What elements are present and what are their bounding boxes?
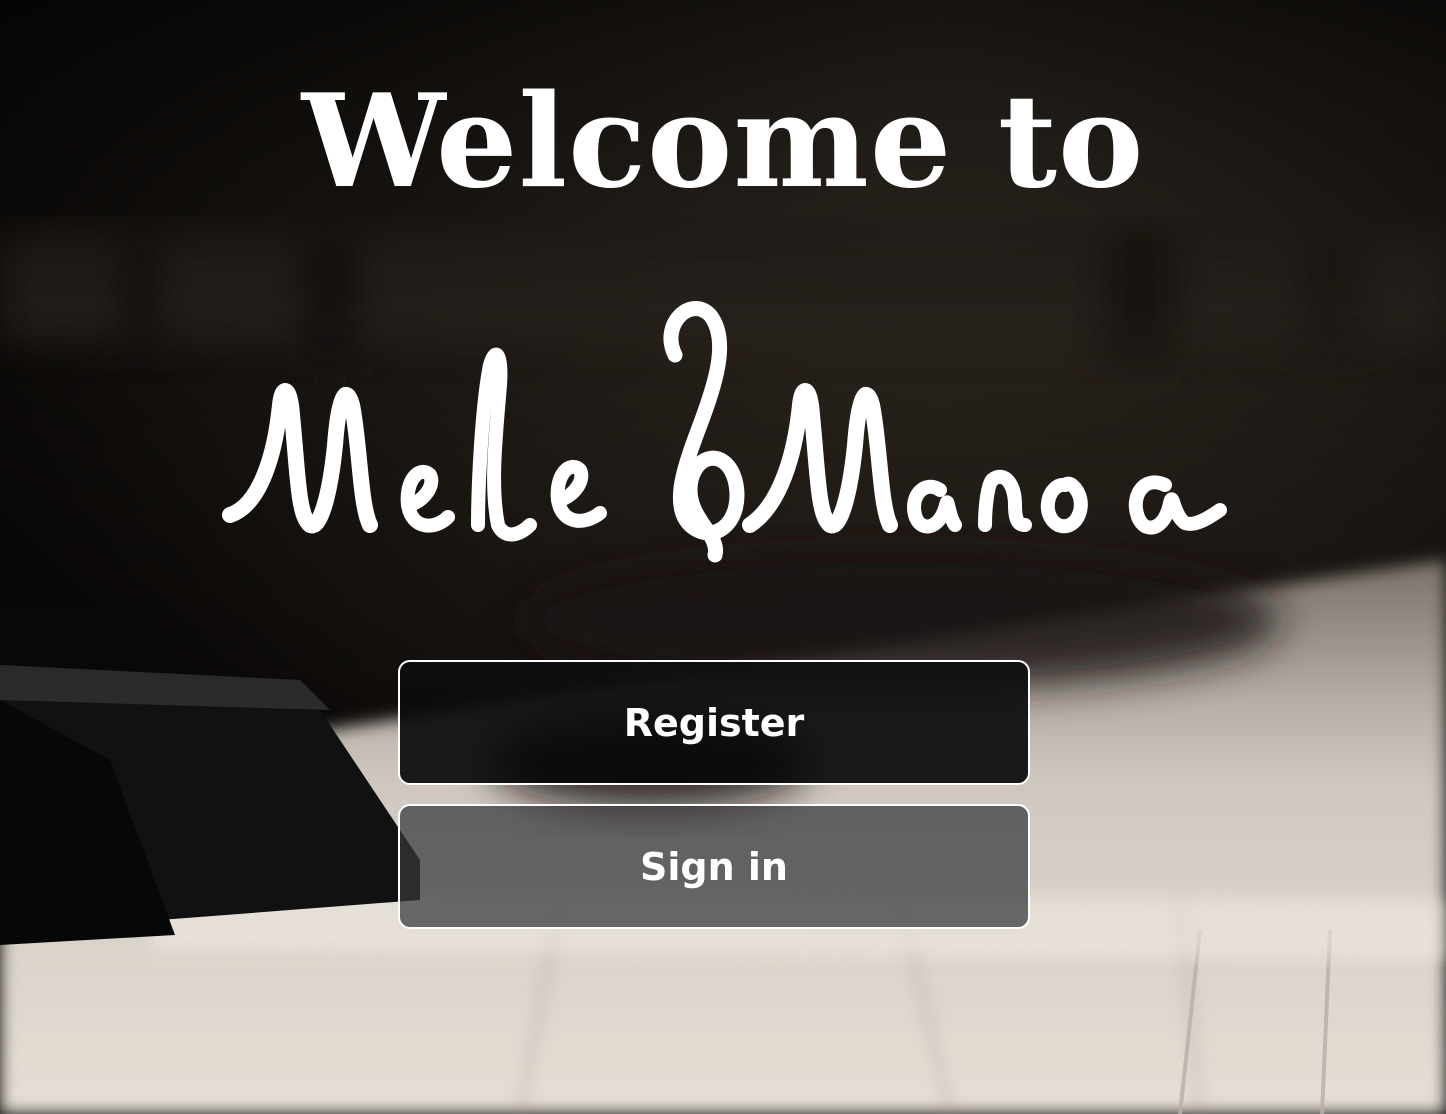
brand-logo <box>220 285 1230 570</box>
welcome-heading: Welcome to <box>301 67 1145 217</box>
register-button[interactable]: Register <box>398 660 1030 785</box>
signin-button[interactable]: Sign in <box>398 804 1030 929</box>
